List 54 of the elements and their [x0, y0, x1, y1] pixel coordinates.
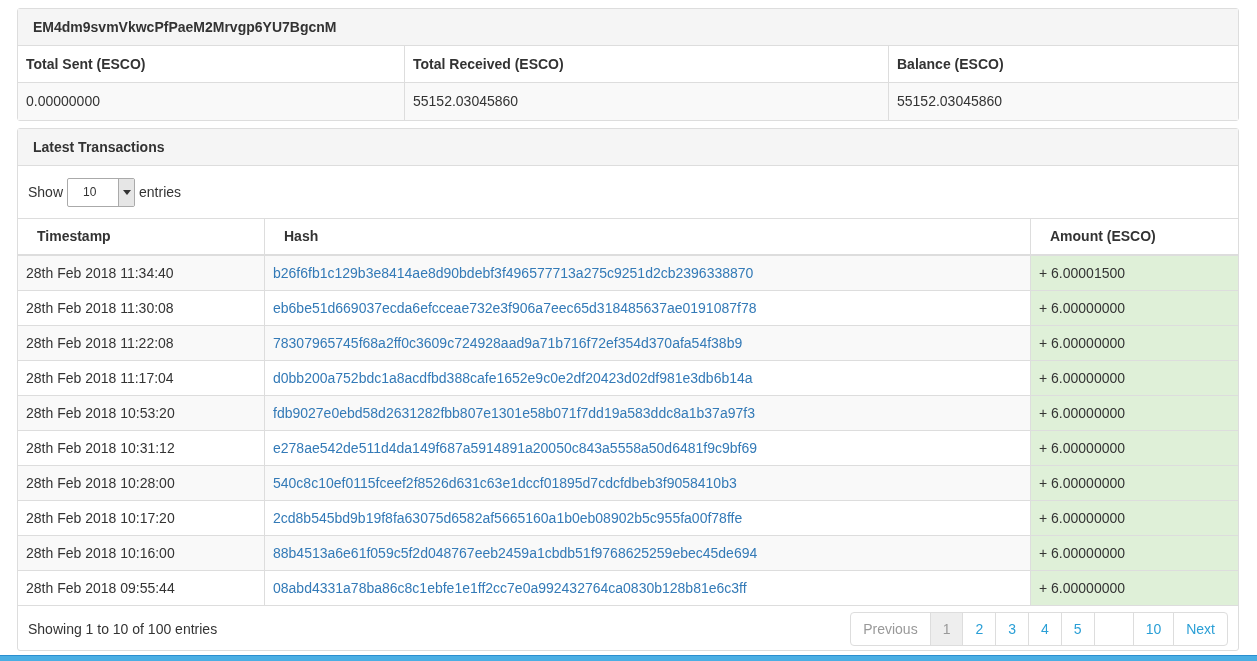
timestamp-cell-text: 28th Feb 2018 10:17:20: [26, 508, 175, 528]
page-button[interactable]: 1: [929, 612, 964, 646]
page-button[interactable]: 4: [1028, 612, 1062, 646]
amount-cell: + 6.00000000: [1031, 536, 1238, 570]
show-label: Show: [28, 182, 64, 202]
hash-link[interactable]: d0bb200a752bdc1a8acdfbd388cafe1652e9c0e2df20423d02df981e3db6b14a: [273, 367, 753, 389]
column-header: Total Sent (ESCO): [26, 54, 146, 74]
timestamp-cell-text: 28th Feb 2018 10:16:00: [26, 543, 175, 563]
table-cell-text: 55152.03045860: [897, 92, 1003, 111]
column-header: Amount (ESCO): [1050, 227, 1156, 246]
entries-select[interactable]: 10: [67, 177, 136, 207]
timestamp-cell-text: 28th Feb 2018 10:31:12: [26, 438, 175, 458]
page-button[interactable]: 3: [995, 612, 1030, 646]
pagination-gap: [1093, 612, 1134, 646]
timestamp-cell-text: 28th Feb 2018 09:55:44: [26, 578, 175, 598]
hash-link[interactable]: 88b4513a6e61f059c5f2d048767eeb2459a1cbdb51f9768625259ebec45de694: [273, 542, 758, 564]
amount-cell: + 6.00000000: [1031, 466, 1238, 500]
entries-label: entries: [139, 182, 182, 202]
timestamp-cell-text: 28th Feb 2018 10:28:00: [26, 473, 175, 493]
table-cell-text: 0.00000000: [26, 92, 100, 111]
hash-link[interactable]: b26f6fb1c129b3e8414ae8d90bdebf3f496577713a275c9251d2cb2396338870: [273, 262, 754, 284]
hash-link[interactable]: e278ae542de511d4da149f687a5914891a20050c843a5558a50d6481f9c9bf69: [273, 437, 757, 459]
hash-link[interactable]: eb6be51d669037ecda6efcceae732e3f906a7eec65d318485637ae0191087f78: [273, 297, 757, 319]
caret-icon: [122, 189, 131, 195]
panel-title: Latest Transactions: [33, 137, 165, 157]
timestamp-cell-text: 28th Feb 2018 10:53:20: [26, 403, 175, 423]
page-button[interactable]: 10: [1132, 612, 1175, 646]
timestamp-cell-text: 28th Feb 2018 11:34:40: [26, 263, 174, 283]
hash-link[interactable]: 2cd8b545bd9b19f8fa63075d6582af5665160a1b0eb08902b5c955fa00f78ffe: [273, 507, 743, 529]
timestamp-cell-text: 28th Feb 2018 11:30:08: [26, 298, 174, 318]
hash-link[interactable]: 540c8c10ef0115fceef2f8526d631c63e1dccf01895d7cdcfdbeb3f9058410b3: [273, 472, 737, 494]
amount-cell: + 6.00000000: [1031, 501, 1238, 535]
column-header: Timestamp: [37, 227, 111, 246]
hash-link[interactable]: 08abd4331a78ba86c8c1ebfe1e1ff2cc7e0a992432764ca0830b128b81e6c3ff: [273, 577, 747, 599]
amount-cell: + 6.00001500: [1031, 256, 1238, 290]
amount-cell: + 6.00000000: [1031, 291, 1238, 325]
amount-cell: + 6.00000000: [1031, 571, 1238, 605]
amount-cell: + 6.00000000: [1031, 396, 1238, 430]
timestamp-cell-text: 28th Feb 2018 11:17:04: [26, 368, 174, 388]
page-button[interactable]: 5: [1060, 612, 1095, 646]
entries-info: Showing 1 to 10 of 100 entries: [28, 619, 218, 639]
column-header: Total Received (ESCO): [413, 54, 564, 74]
page-button[interactable]: 2: [962, 612, 997, 646]
hash-link[interactable]: 78307965745f68a2ff0c3609c724928aad9a71b716f72ef354d370afa54f38b9: [273, 332, 743, 354]
amount-cell: + 6.00000000: [1031, 431, 1238, 465]
address-title: EM4dm9svmVkwcPfPaeM2Mrvgp6YU7BgcnM: [33, 17, 337, 37]
pagination-button[interactable]: Next: [1173, 612, 1228, 646]
column-header: Balance (ESCO): [897, 54, 1004, 74]
amount-cell: + 6.00000000: [1031, 361, 1238, 395]
timestamp-cell-text: 28th Feb 2018 11:22:08: [26, 333, 174, 353]
hash-link[interactable]: fdb9027e0ebd58d2631282fbb807e1301e58b071f7dd19a583ddc8a1b37a97f3: [273, 402, 755, 424]
table-cell-text: 55152.03045860: [413, 92, 519, 111]
amount-cell: + 6.00000000: [1031, 326, 1238, 360]
column-header: Hash: [284, 227, 319, 246]
